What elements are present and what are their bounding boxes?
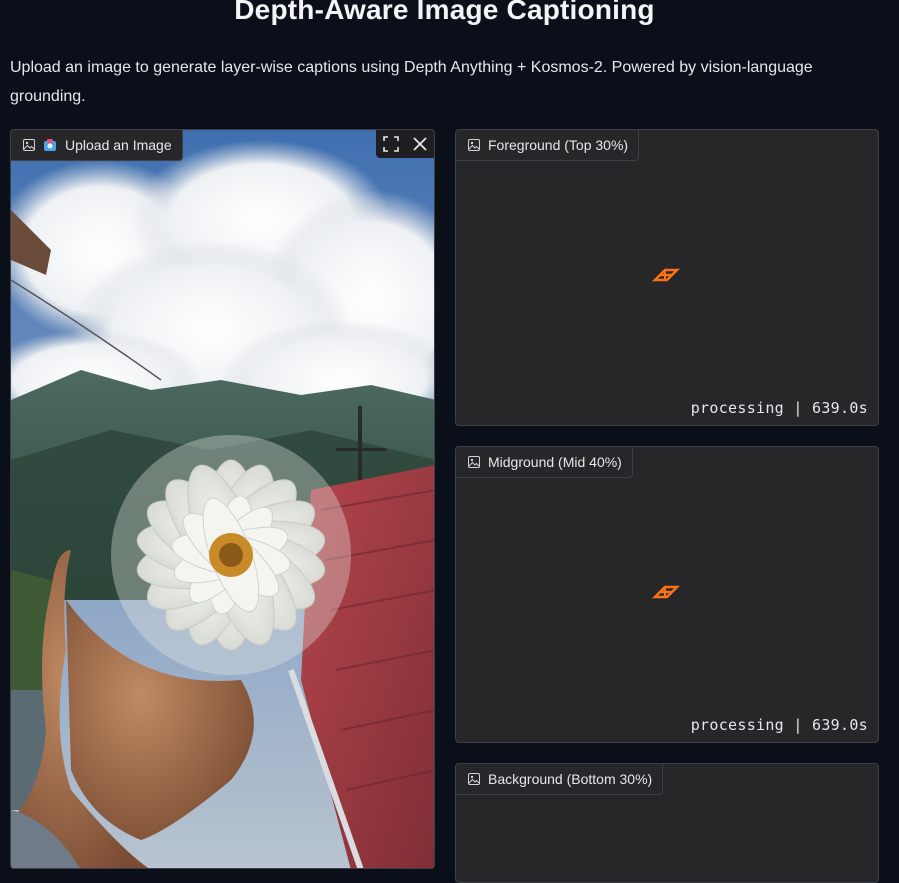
fullscreen-button[interactable]	[376, 130, 405, 158]
background-output-panel: Background (Bottom 30%)	[455, 763, 879, 883]
image-toolbar	[376, 130, 434, 158]
foreground-output-panel: Foreground (Top 30%) processing | 639.0s	[455, 129, 879, 426]
image-icon	[468, 773, 480, 785]
midground-status: processing | 639.0s	[690, 716, 868, 734]
page-description: Upload an image to generate layer-wise c…	[10, 59, 813, 105]
loading-spinner-icon	[651, 268, 681, 282]
image-icon	[468, 139, 480, 151]
foreground-status: processing | 639.0s	[690, 399, 868, 417]
foreground-label: Foreground (Top 30%)	[456, 130, 640, 161]
camera-emoji-icon	[44, 139, 56, 151]
midground-label-text: Midground (Mid 40%)	[488, 454, 622, 470]
page-title: Depth-Aware Image Captioning	[234, 0, 655, 25]
upload-label: Upload an Image	[11, 130, 183, 161]
upload-label-text: Upload an Image	[65, 137, 172, 153]
image-icon	[23, 139, 35, 151]
loading-spinner-icon	[651, 585, 681, 599]
image-icon	[468, 456, 480, 468]
midground-output-panel: Midground (Mid 40%) processing | 639.0s	[455, 446, 879, 743]
close-icon	[412, 137, 427, 151]
midground-label: Midground (Mid 40%)	[456, 447, 633, 478]
foreground-label-text: Foreground (Top 30%)	[488, 137, 629, 153]
fullscreen-icon	[382, 136, 399, 152]
background-label: Background (Bottom 30%)	[456, 764, 664, 795]
uploaded-photo	[11, 130, 434, 868]
clear-image-button[interactable]	[405, 130, 434, 158]
upload-image-panel[interactable]: Upload an Image	[10, 129, 435, 869]
background-label-text: Background (Bottom 30%)	[488, 771, 653, 787]
